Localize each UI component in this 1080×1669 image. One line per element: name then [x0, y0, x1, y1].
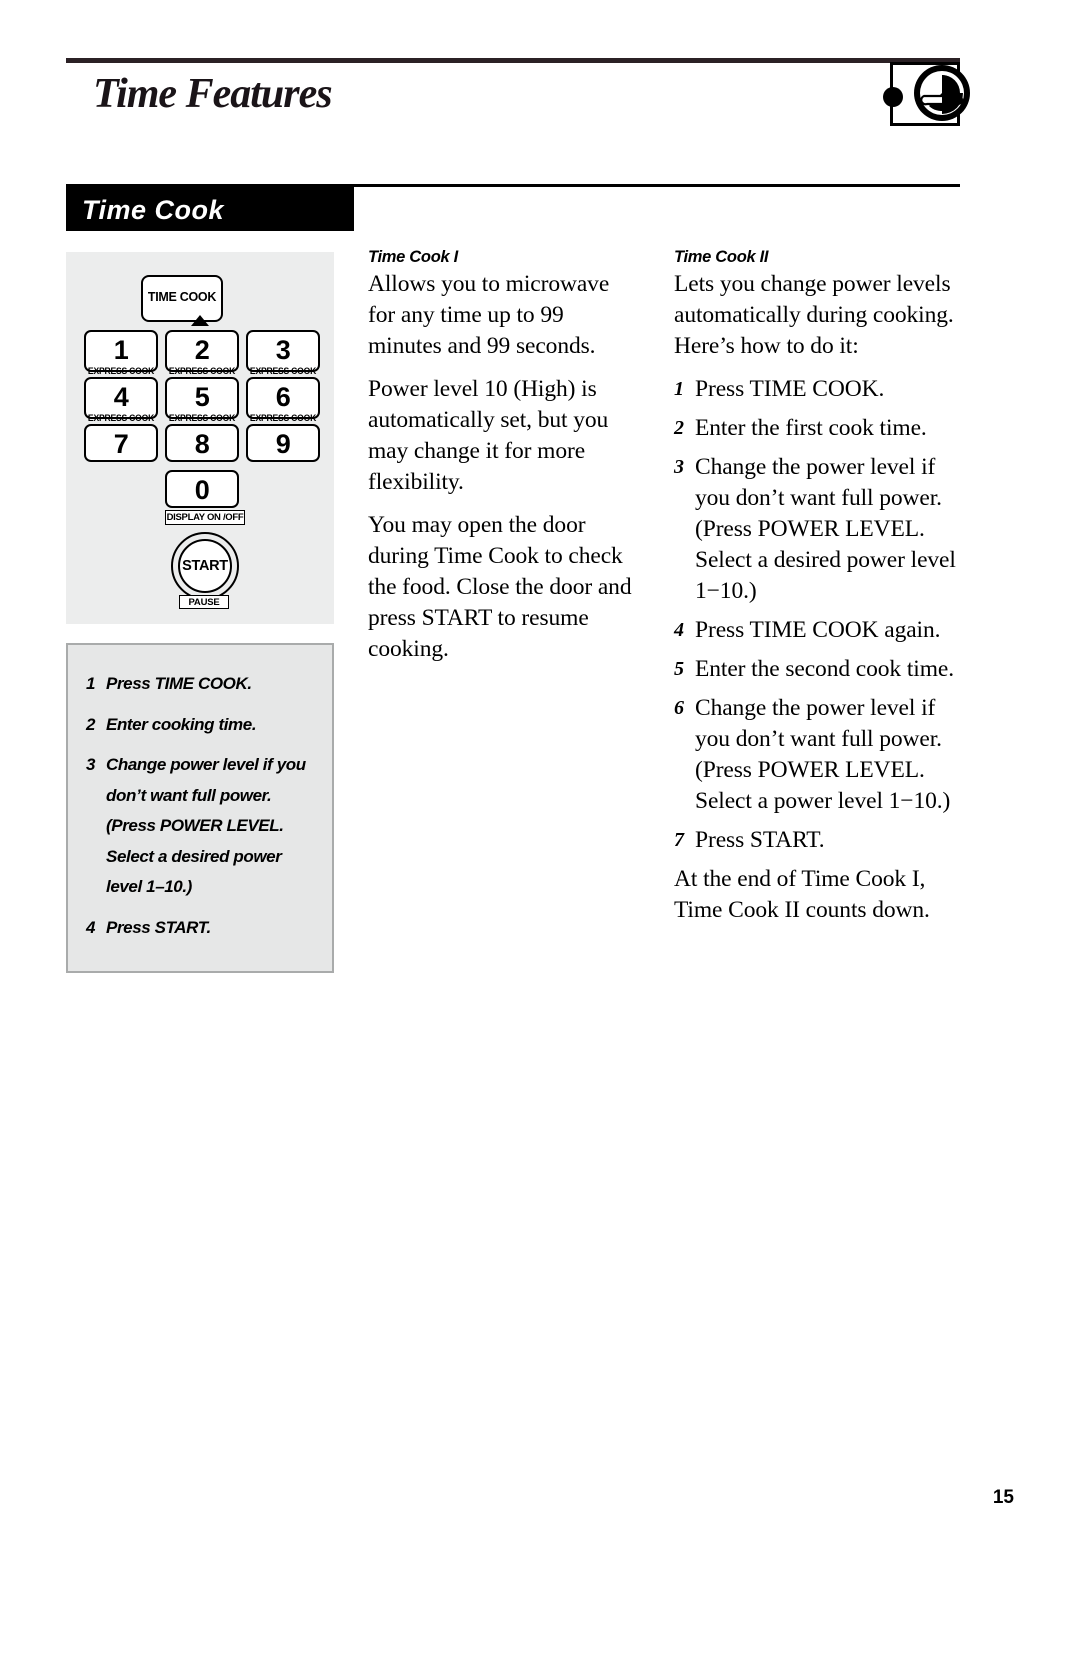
step-text: Press TIME COOK. [695, 376, 885, 402]
key-6-digit: 6 [275, 382, 291, 412]
time-cook-1-paragraph-3: You may open the door during Time Cook t… [368, 512, 632, 662]
time-cook-1-heading: Time Cook I [368, 248, 458, 266]
key-7-digit: 7 [113, 429, 129, 459]
time-cook-2-step: 4 Press TIME COOK again. [674, 615, 960, 646]
time-cook-2-column: Time Cook II Lets you change power level… [674, 248, 960, 938]
key-5-digit: 5 [194, 382, 210, 412]
steps-item-number: 4 [86, 917, 96, 937]
time-cook-2-step: 3 Change the power level if you don’t wa… [674, 452, 960, 607]
time-cook-2-step: 6 Change the power level if you don’t wa… [674, 693, 960, 817]
time-cook-1-paragraph-2: Power level 10 (High) is automatically s… [368, 376, 609, 495]
key-8: 8 [165, 424, 239, 462]
key-1-sub: EXPRESS COOK [87, 366, 155, 376]
key-6-sub: EXPRESS COOK [249, 413, 317, 423]
section-title: Time Cook [82, 195, 225, 225]
header-rule [66, 58, 960, 63]
step-text: Change the power level if you don’t want… [695, 695, 951, 814]
display-on-off-label: DISPLAY ON /OFF [165, 510, 245, 525]
steps-item-number: 1 [86, 674, 96, 693]
key-start: START [171, 532, 239, 600]
step-text: Press TIME COOK again. [695, 617, 941, 643]
page-title: Time Features [93, 71, 333, 117]
key-4-sub: EXPRESS COOK [87, 413, 155, 423]
step-number: 5 [674, 658, 684, 680]
step-text: Enter the second cook time. [695, 656, 954, 682]
step-text: Press START. [695, 827, 825, 853]
step-number: 7 [674, 829, 684, 851]
key-0-digit: 0 [194, 475, 210, 505]
key-3-digit: 3 [275, 335, 291, 365]
key-4-digit: 4 [113, 382, 129, 412]
key-4: 4 EXPRESS COOK [84, 377, 158, 423]
time-cook-1-paragraph-1: Allows you to microwave for any time up … [368, 271, 610, 359]
time-cook-1-column: Time Cook I Allows you to microwave for … [368, 248, 640, 677]
key-6: 6 EXPRESS COOK [246, 377, 320, 423]
time-cook-2-step: 2 Enter the first cook time. [674, 413, 960, 444]
step-number: 6 [674, 697, 684, 719]
steps-item: 1 Press TIME COOK. [86, 669, 314, 700]
steps-item-text: Enter cooking time. [106, 714, 257, 734]
key-5: 5 EXPRESS COOK [165, 377, 239, 423]
key-time-cook: TIME COOK [141, 275, 223, 322]
time-cook-2-step: 1 Press TIME COOK. [674, 374, 960, 405]
key-1: 1 EXPRESS COOK [84, 330, 158, 376]
key-start-label: START [178, 539, 232, 593]
time-cook-2-step: 5 Enter the second cook time. [674, 654, 960, 685]
key-8-digit: 8 [194, 429, 210, 459]
key-2-digit: 2 [194, 335, 210, 365]
key-2: 2 EXPRESS COOK [165, 330, 239, 376]
key-9-digit: 9 [275, 429, 291, 459]
step-number: 4 [674, 619, 684, 641]
time-cook-2-step: 7 Press START. [674, 825, 960, 856]
key-3: 3 EXPRESS COOK [246, 330, 320, 376]
step-number: 3 [674, 456, 684, 478]
steps-item-text: Press TIME COOK. [106, 674, 252, 693]
time-cook-2-closing: At the end of Time Cook I, Time Cook II … [674, 866, 930, 923]
key-2-sub: EXPRESS COOK [168, 366, 236, 376]
steps-callout-box: 1 Press TIME COOK. 2 Enter cooking time.… [66, 643, 334, 973]
page-number: 15 [992, 1487, 1014, 1508]
key-pause-label: PAUSE [179, 595, 229, 609]
steps-item: 4 Press START. [86, 913, 314, 944]
section-header: Time Cook [66, 187, 354, 231]
step-text: Change the power level if you don’t want… [695, 454, 956, 604]
step-text: Enter the first cook time. [695, 415, 927, 441]
key-1-digit: 1 [113, 335, 129, 365]
steps-item-number: 2 [86, 714, 96, 734]
key-3-sub: EXPRESS COOK [249, 366, 317, 376]
ge-swirl-icon [914, 65, 970, 121]
step-number: 1 [674, 378, 684, 400]
step-number: 2 [674, 417, 684, 439]
key-5-sub: EXPRESS COOK [168, 413, 236, 423]
steps-item-text: Change power level if you don’t want ful… [106, 755, 306, 896]
logo-notch-icon [883, 87, 903, 107]
steps-item-number: 3 [86, 755, 96, 774]
key-9: 9 [246, 424, 320, 462]
time-cook-2-heading: Time Cook II [674, 248, 769, 266]
key-7: 7 [84, 424, 158, 462]
key-time-cook-label: TIME COOK [147, 290, 217, 304]
steps-item: 3 Change power level if you don’t want f… [86, 750, 314, 903]
time-cook-2-intro: Lets you change power levels automatical… [674, 271, 954, 359]
steps-item: 2 Enter cooking time. [86, 710, 314, 741]
keypad-illustration: TIME COOK 1 EXPRESS COOK 2 EXPRESS COOK … [66, 252, 334, 624]
manual-page: Time Features Time Cook TIME COOK 1 EXPR… [0, 0, 1080, 1669]
key-0: 0 [165, 470, 239, 508]
ge-monogram-logo [883, 62, 970, 126]
time-cook-arrow-icon [191, 315, 209, 326]
steps-item-text: Press START. [106, 917, 211, 937]
